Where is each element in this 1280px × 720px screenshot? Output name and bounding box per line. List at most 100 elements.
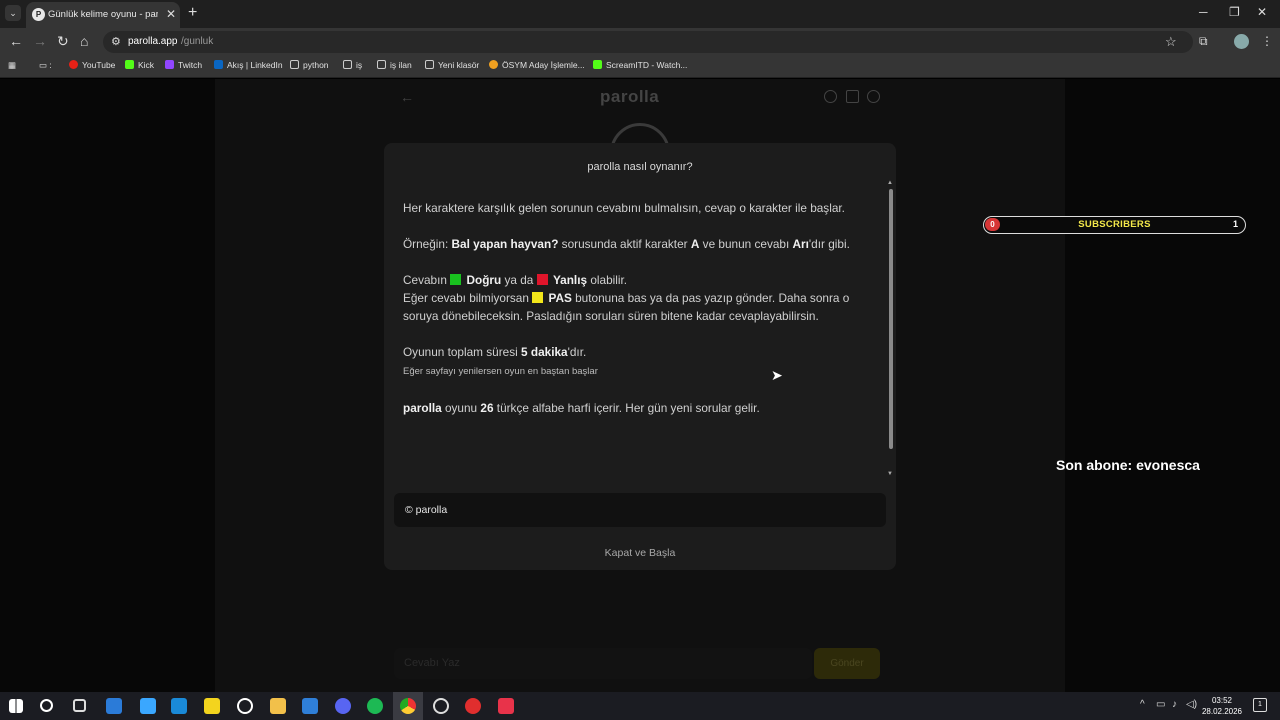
rule-paragraph-5: parolla oyunu 26 türkçe alfabe harfi içe… [403,401,760,415]
bookmark-osym[interactable]: ÖSYM Aday İşlemle... [489,60,585,70]
stats-icon[interactable] [846,90,859,103]
rule-paragraph-2: Örneğin: Bal yapan hayvan? sorusunda akt… [403,237,850,251]
bookmark-linkedin[interactable]: Akış | LinkedIn [214,60,283,70]
linkedin-icon [214,60,223,69]
url-path: /gunluk [181,36,214,47]
app-icon[interactable] [498,698,514,714]
wrong-swatch-icon [536,274,548,285]
modal-body: Her karaktere karşılık gelen sorunun cev… [403,199,873,435]
site-back-icon[interactable]: ← [400,89,414,105]
mail-icon[interactable] [302,698,318,714]
bookmark-folder-icon[interactable]: ▭ : [39,60,52,71]
home-icon[interactable]: ⌂ [80,33,88,49]
modal-scrollbar[interactable]: ▲ ▼ [887,180,894,480]
folder-icon [425,60,434,69]
rule-paragraph-4: Oyunun toplam süresi 5 dakika'dır. Eğer s… [403,345,598,377]
bookmark-youtube[interactable]: YouTube [69,60,115,70]
clock-date: 28.02.2026 [1201,707,1243,716]
start-icon[interactable] [9,699,23,713]
bookmark-kick[interactable]: Kick [125,60,154,70]
close-window-icon[interactable]: ✕ [1257,5,1267,19]
sticky-notes-icon[interactable] [204,698,220,714]
task-view-icon[interactable] [73,699,86,712]
url-host: parolla.app [128,36,178,47]
correct-swatch-icon [450,274,462,285]
folder-icon [377,60,386,69]
minimize-icon[interactable]: ─ [1199,5,1208,19]
pass-swatch-icon [532,292,544,303]
notification-icon[interactable]: 1 [1253,698,1267,712]
todo-icon[interactable] [140,698,156,714]
mouse-cursor-icon: ➤ [771,367,783,383]
file-explorer-icon[interactable] [270,698,286,714]
subscribers-label: SUBSCRIBERS [1078,219,1151,230]
forward-icon[interactable]: → [33,33,47,49]
extensions-icon[interactable]: ⧉ [1199,34,1208,49]
clock-app-icon[interactable] [433,698,449,714]
active-tab[interactable]: P Günlük kelime oyunu - parolla ✕ [26,2,180,28]
refresh-warning: Eğer sayfayı yenilersen oyun en baştan b… [403,366,598,377]
browser-menu-icon[interactable]: ⋮ [1261,34,1273,48]
vscode-icon[interactable] [171,698,187,714]
modal-title: parolla nasıl oynanır? [587,161,693,173]
chatgpt-icon[interactable] [237,698,253,714]
tab-title: Günlük kelime oyunu - parolla [48,9,158,20]
browser-toolbar: ← → ↻ ⌂ ⚙ parolla.app /gunluk ☆ ⧉ ⋮ [0,28,1280,56]
user-icon[interactable] [867,90,880,103]
osym-icon [489,60,498,69]
recorder-icon[interactable] [465,698,481,714]
info-icon[interactable] [824,90,837,103]
bookmark-is[interactable]: iş [343,60,362,70]
bookmark-star-icon[interactable]: ☆ [1165,34,1177,50]
twitch-icon [165,60,174,69]
scroll-up-icon[interactable]: ▲ [887,180,893,186]
scroll-down-icon[interactable]: ▼ [887,471,893,477]
parolla-favicon-icon: P [32,8,45,21]
spotify-icon[interactable] [367,698,383,714]
clock-time: 03:52 [1211,696,1233,705]
copyright-text: © parolla [405,504,448,516]
search-icon[interactable] [40,699,53,712]
kick-icon [125,60,134,69]
site-logo: parolla [600,87,660,106]
scroll-thumb[interactable] [889,189,893,449]
submit-button[interactable]: Gönder [814,648,880,679]
rule-paragraph-3: Cevabın Doğru ya da Yanlış olabilir. Eğer… [403,273,850,323]
profile-avatar[interactable] [1234,34,1249,49]
new-tab-icon[interactable]: + [188,4,197,22]
volume-icon[interactable]: ◁) [1186,699,1197,710]
close-and-start-button[interactable]: Kapat ve Başla [384,547,896,559]
subscribers-goal: 1 [1232,219,1238,229]
bookmark-twitch[interactable]: Twitch [165,60,202,70]
folder-icon [290,60,299,69]
bookmarks-bar: ▦ ▭ : YouTube Kick Twitch Akış | LinkedI… [0,56,1280,78]
system-clock[interactable]: 03:52 28.02.2026 [1198,695,1246,717]
network-icon[interactable]: ▭ [1156,699,1165,710]
site-info-icon[interactable]: ⚙ [111,35,121,48]
tab-close-icon[interactable]: ✕ [166,7,176,21]
bookmark-yeni-klasor[interactable]: Yeni klasör [425,60,479,70]
restore-icon[interactable]: ❐ [1229,5,1240,19]
tab-search-icon[interactable]: ⌄ [5,5,21,21]
calculator-icon[interactable] [106,698,122,714]
copyright-bar: © parolla [394,493,886,527]
back-icon[interactable]: ← [9,33,23,49]
apps-grid-icon[interactable]: ▦ [8,60,16,71]
bookmark-python[interactable]: python [290,60,329,70]
microphone-icon[interactable]: ♪ [1172,699,1177,710]
folder-icon [343,60,352,69]
tray-chevron-icon[interactable]: ^ [1140,699,1145,710]
discord-icon[interactable] [335,698,351,714]
page-viewport: ← parolla Cevabı Yaz Gönder 0 SUBSCRIBER… [0,79,1280,692]
windows-taskbar: ^ ▭ ♪ ◁) 03:52 28.02.2026 1 [0,692,1280,720]
youtube-icon [69,60,78,69]
bookmark-is-ilan[interactable]: iş ilan [377,60,412,70]
answer-input[interactable]: Cevabı Yaz [394,648,812,679]
reload-icon[interactable]: ↻ [57,33,69,50]
chrome-icon[interactable] [400,698,416,714]
address-bar[interactable]: ⚙ parolla.app /gunluk ☆ [103,31,1193,53]
bookmark-screamitd[interactable]: ScreamITD - Watch... [593,60,687,70]
tab-strip: ⌄ P Günlük kelime oyunu - parolla ✕ + ─ … [0,0,1280,28]
how-to-play-modal: parolla nasıl oynanır? Her karaktere kar… [384,143,896,570]
last-subscriber: Son abone: evonesca [1056,457,1200,473]
